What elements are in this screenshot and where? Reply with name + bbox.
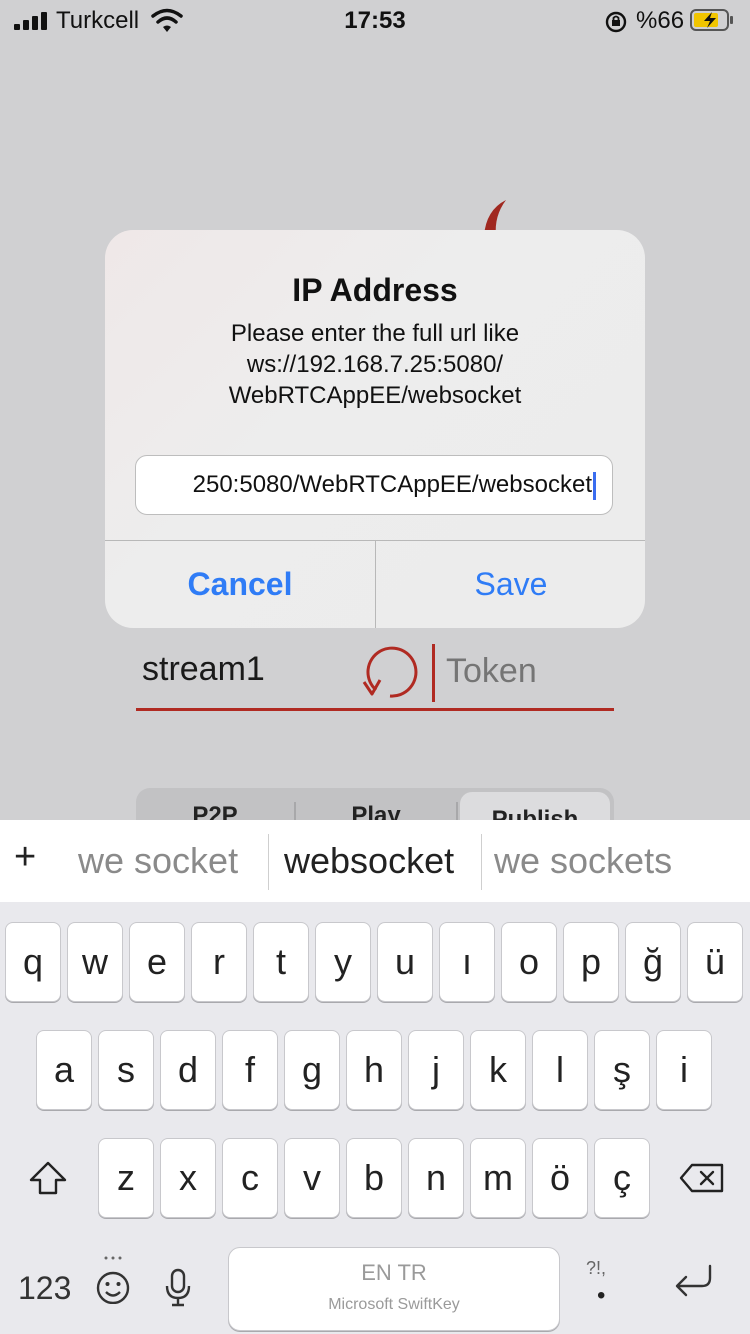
microphone-icon[interactable]: [164, 1268, 192, 1308]
url-input[interactable]: 250:5080/WebRTCAppEE/websocket: [135, 455, 613, 515]
stream-name-field[interactable]: stream1: [142, 650, 265, 689]
key-l[interactable]: l: [532, 1030, 588, 1110]
key-g[interactable]: g: [284, 1030, 340, 1110]
stream-row: stream1: [136, 640, 614, 712]
key-dotless-i[interactable]: ı: [439, 922, 495, 1002]
emoji-icon[interactable]: [96, 1254, 130, 1304]
space-brand-label: Microsoft SwiftKey: [328, 1296, 460, 1313]
backspace-icon: [679, 1163, 724, 1193]
space-language-label: EN TR: [361, 1260, 427, 1285]
key-b[interactable]: b: [346, 1138, 402, 1218]
suggestion-left[interactable]: we socket: [78, 840, 238, 882]
alert-title: IP Address: [292, 272, 458, 308]
toolbar-plus-button[interactable]: +: [14, 836, 36, 879]
alert-message: Please enter the full url like ws://192.…: [145, 318, 605, 411]
key-d[interactable]: d: [160, 1030, 216, 1110]
refresh-icon[interactable]: [358, 644, 422, 704]
key-a[interactable]: a: [36, 1030, 92, 1110]
key-h[interactable]: h: [346, 1030, 402, 1110]
key-e[interactable]: e: [129, 922, 185, 1002]
key-o[interactable]: o: [501, 922, 557, 1002]
key-o-umlaut[interactable]: ö: [532, 1138, 588, 1218]
key-n[interactable]: n: [408, 1138, 464, 1218]
suggestion-separator: [481, 834, 482, 890]
numbers-key[interactable]: 123: [18, 1270, 71, 1307]
field-divider: [432, 644, 435, 702]
key-v[interactable]: v: [284, 1138, 340, 1218]
return-icon[interactable]: [672, 1262, 716, 1300]
text-caret: [593, 471, 596, 500]
key-u[interactable]: u: [377, 922, 433, 1002]
battery-charging-icon: [690, 9, 733, 31]
key-t[interactable]: t: [253, 922, 309, 1002]
status-bar: Turkcell 17:53 %66: [0, 0, 750, 42]
key-z[interactable]: z: [98, 1138, 154, 1218]
key-k[interactable]: k: [470, 1030, 526, 1110]
key-p[interactable]: p: [563, 922, 619, 1002]
punctuation-key-label[interactable]: ?!,: [586, 1258, 606, 1279]
alert-message-line: ws://192.168.7.25:5080/: [246, 351, 504, 378]
suggestion-right[interactable]: we sockets: [494, 840, 672, 882]
key-x[interactable]: x: [160, 1138, 216, 1218]
key-s-cedilla[interactable]: ş: [594, 1030, 650, 1110]
battery-percent: %66: [636, 7, 685, 34]
key-y[interactable]: y: [315, 922, 371, 1002]
save-button[interactable]: Save: [376, 541, 645, 628]
key-g-breve[interactable]: ğ: [625, 922, 681, 1002]
key-r[interactable]: r: [191, 922, 247, 1002]
key-s[interactable]: s: [98, 1030, 154, 1110]
key-f[interactable]: f: [222, 1030, 278, 1110]
ip-address-alert: IP Address Please enter the full url lik…: [105, 230, 645, 628]
shift-icon: [29, 1161, 67, 1195]
stream-underline: [136, 708, 614, 711]
url-input-value: 250:5080/WebRTCAppEE/websocket: [192, 471, 592, 498]
key-m[interactable]: m: [470, 1138, 526, 1218]
keyboard: q w e r t y u ı o p ğ ü a s d f g h j k …: [0, 902, 750, 1334]
shift-key[interactable]: [8, 1138, 88, 1218]
period-dot-icon: •: [597, 1282, 606, 1309]
keyboard-suggestion-bar: + we socket websocket we sockets: [0, 820, 750, 903]
rotation-lock-icon: [605, 11, 627, 33]
key-i[interactable]: i: [656, 1030, 712, 1110]
key-j[interactable]: j: [408, 1030, 464, 1110]
key-w[interactable]: w: [67, 922, 123, 1002]
token-input[interactable]: [446, 652, 606, 691]
key-c-cedilla[interactable]: ç: [594, 1138, 650, 1218]
key-u-umlaut[interactable]: ü: [687, 922, 743, 1002]
cancel-button[interactable]: Cancel: [105, 541, 375, 628]
alert-message-line: WebRTCAppEE/websocket: [228, 382, 522, 409]
space-bar[interactable]: EN TR Microsoft SwiftKey: [228, 1247, 560, 1331]
backspace-key[interactable]: [662, 1138, 742, 1218]
key-c[interactable]: c: [222, 1138, 278, 1218]
suggestion-separator: [268, 834, 269, 890]
key-q[interactable]: q: [5, 922, 61, 1002]
suggestion-middle[interactable]: websocket: [284, 840, 454, 882]
alert-message-line: Please enter the full url like: [230, 320, 520, 347]
